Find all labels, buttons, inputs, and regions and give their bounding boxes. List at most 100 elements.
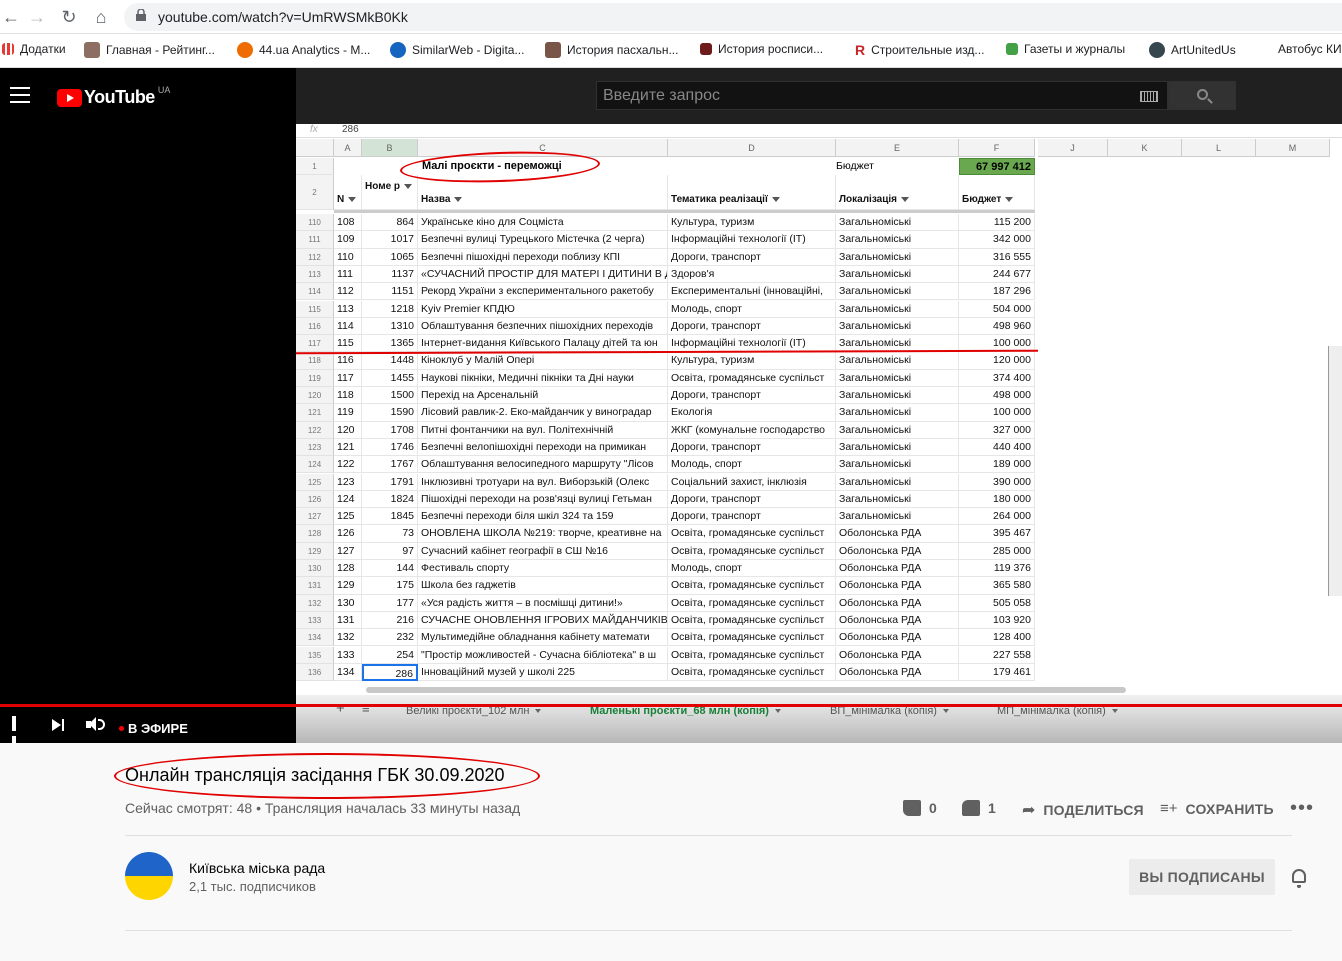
row-number[interactable]: 111 xyxy=(296,231,334,249)
cell-n[interactable]: 132 xyxy=(334,629,362,647)
cell-topic[interactable]: Освіта, громадянське суспільст xyxy=(668,369,836,387)
cell-name[interactable]: Рекорд України з експериментального раке… xyxy=(418,283,668,301)
cell-topic[interactable]: Освіта, громадянське суспільст xyxy=(668,663,836,682)
cell-nomer[interactable]: 1137 xyxy=(362,265,418,284)
video-player[interactable]: fx 286 ABCDEFJKLM 1 2 Малі проєкти - пер… xyxy=(0,124,1342,743)
cell-location[interactable]: Загальноміські xyxy=(836,490,959,509)
cell-n[interactable]: 116 xyxy=(334,352,362,370)
add-sheet-icon[interactable]: + xyxy=(336,700,345,717)
row-number[interactable]: 127 xyxy=(296,508,334,526)
column-header[interactable]: M xyxy=(1256,139,1330,157)
cell-nomer[interactable]: 1017 xyxy=(362,231,418,249)
bookmark-rating[interactable]: Главная - Рейтинг... xyxy=(84,42,215,58)
cell-nomer[interactable]: 1590 xyxy=(362,404,418,422)
column-header[interactable]: E xyxy=(836,139,959,157)
live-progress-bar[interactable] xyxy=(0,704,1342,707)
share-button[interactable]: ➦ ПОДЕЛИТЬСЯ xyxy=(1022,800,1144,820)
cell-budget[interactable]: 316 555 xyxy=(959,248,1035,266)
cell-nomer[interactable]: 1365 xyxy=(362,335,418,353)
bell-icon[interactable] xyxy=(1292,869,1306,888)
cell-topic[interactable]: Екологія xyxy=(668,404,836,422)
cell-nomer[interactable]: 1746 xyxy=(362,438,418,457)
cell-location[interactable]: Оболонська РДА xyxy=(836,594,959,612)
cell-nomer[interactable]: 73 xyxy=(362,525,418,543)
next-button[interactable] xyxy=(52,716,66,736)
cell-topic[interactable]: Освіта, громадянське суспільст xyxy=(668,525,836,543)
cell-location[interactable]: Загальноміські xyxy=(836,214,959,232)
cell-nomer[interactable]: 1065 xyxy=(362,248,418,266)
cell-nomer[interactable]: 254 xyxy=(362,646,418,664)
row-number[interactable]: 136 xyxy=(296,663,334,682)
cell-budget[interactable]: 365 580 xyxy=(959,577,1035,595)
row-number[interactable]: 135 xyxy=(296,646,334,664)
row-number[interactable]: 126 xyxy=(296,490,334,509)
bookmark-painting-history[interactable]: История росписи... xyxy=(700,42,823,56)
cell-name[interactable]: ОНОВЛЕНА ШКОЛА №219: творче, креативне н… xyxy=(418,525,668,543)
row-number[interactable]: 110 xyxy=(296,214,334,232)
cell-nomer[interactable]: 232 xyxy=(362,629,418,647)
cell-location[interactable]: Загальноміські xyxy=(836,508,959,526)
cell-location[interactable]: Загальноміські xyxy=(836,369,959,387)
cell-nomer[interactable]: 1767 xyxy=(362,456,418,474)
row-number[interactable]: 129 xyxy=(296,542,334,560)
home-icon[interactable]: ⌂ xyxy=(90,6,112,28)
cell-n[interactable]: 110 xyxy=(334,248,362,266)
cell-n[interactable]: 120 xyxy=(334,421,362,439)
cell-name[interactable]: Облаштування велосипедного маршруту "Ліс… xyxy=(418,456,668,474)
cell-budget[interactable]: 498 000 xyxy=(959,387,1035,405)
cell-n[interactable]: 118 xyxy=(334,387,362,405)
cell-n[interactable]: 134 xyxy=(334,663,362,682)
cell-budget[interactable]: 119 376 xyxy=(959,560,1035,578)
row-number[interactable]: 128 xyxy=(296,525,334,543)
search-input[interactable] xyxy=(597,82,1167,109)
cell-name[interactable]: Інноваційний музей у школі 225 xyxy=(418,663,668,682)
pause-button[interactable] xyxy=(12,716,26,743)
cell-location[interactable]: Оболонська РДА xyxy=(836,663,959,682)
cell-nomer[interactable]: 177 xyxy=(362,594,418,612)
more-actions-icon[interactable]: ••• xyxy=(1290,797,1314,820)
cell-n[interactable]: 114 xyxy=(334,317,362,336)
cell-topic[interactable]: Дороги, транспорт xyxy=(668,508,836,526)
cell-nomer[interactable]: 175 xyxy=(362,577,418,595)
row-number[interactable]: 123 xyxy=(296,438,334,457)
bookmark-easter-history[interactable]: История пасхальн... xyxy=(545,42,678,58)
cell-n[interactable]: 131 xyxy=(334,611,362,630)
cell-budget[interactable]: 342 000 xyxy=(959,231,1035,249)
cell-location[interactable]: Загальноміські xyxy=(836,352,959,370)
column-header[interactable]: J xyxy=(1038,139,1108,157)
cell-nomer[interactable]: 286 xyxy=(362,663,418,682)
cell-topic[interactable]: Освіта, громадянське суспільст xyxy=(668,629,836,647)
cell-n[interactable]: 119 xyxy=(334,404,362,422)
cell-topic[interactable]: Дороги, транспорт xyxy=(668,248,836,266)
cell-budget[interactable]: 374 400 xyxy=(959,369,1035,387)
cell-topic[interactable]: Культура, туризм xyxy=(668,352,836,370)
bookmark-bus[interactable]: Автобус КИ xyxy=(1278,42,1342,56)
cell-name[interactable]: Українське кіно для Соцмістa xyxy=(418,214,668,232)
cell-n[interactable]: 109 xyxy=(334,231,362,249)
cell-topic[interactable]: Молодь, спорт xyxy=(668,300,836,318)
row-number[interactable]: 118 xyxy=(296,352,334,370)
cell-topic[interactable]: Культура, туризм xyxy=(668,214,836,232)
bookmark-newspapers[interactable]: Газеты и журналы xyxy=(1006,42,1125,56)
channel-name[interactable]: Київська міська рада xyxy=(189,860,325,876)
row-number[interactable]: 130 xyxy=(296,560,334,578)
row-number[interactable]: 125 xyxy=(296,473,334,491)
row-number[interactable]: 121 xyxy=(296,404,334,422)
row-number[interactable]: 116 xyxy=(296,317,334,336)
menu-icon[interactable] xyxy=(10,87,30,105)
column-header[interactable]: D xyxy=(668,139,836,157)
row-number[interactable]: 131 xyxy=(296,577,334,595)
cell-budget[interactable]: 395 467 xyxy=(959,525,1035,543)
cell-name[interactable]: Безпечні велопішохідні переходи на прими… xyxy=(418,438,668,457)
bookmark-construction[interactable]: R Строительные изд... xyxy=(855,42,984,58)
cell-topic[interactable]: Освіта, громадянське суспільст xyxy=(668,611,836,630)
cell-n[interactable]: 124 xyxy=(334,490,362,509)
cell-topic[interactable]: Освіта, громадянське суспільст xyxy=(668,577,836,595)
cell-topic[interactable]: Молодь, спорт xyxy=(668,456,836,474)
cell-budget[interactable]: 120 000 xyxy=(959,352,1035,370)
reload-icon[interactable]: ↻ xyxy=(58,6,80,28)
cell-topic[interactable]: Дороги, транспорт xyxy=(668,317,836,336)
select-all-corner[interactable] xyxy=(296,139,334,157)
cell-location[interactable]: Оболонська РДА xyxy=(836,646,959,664)
cell-nomer[interactable]: 144 xyxy=(362,560,418,578)
